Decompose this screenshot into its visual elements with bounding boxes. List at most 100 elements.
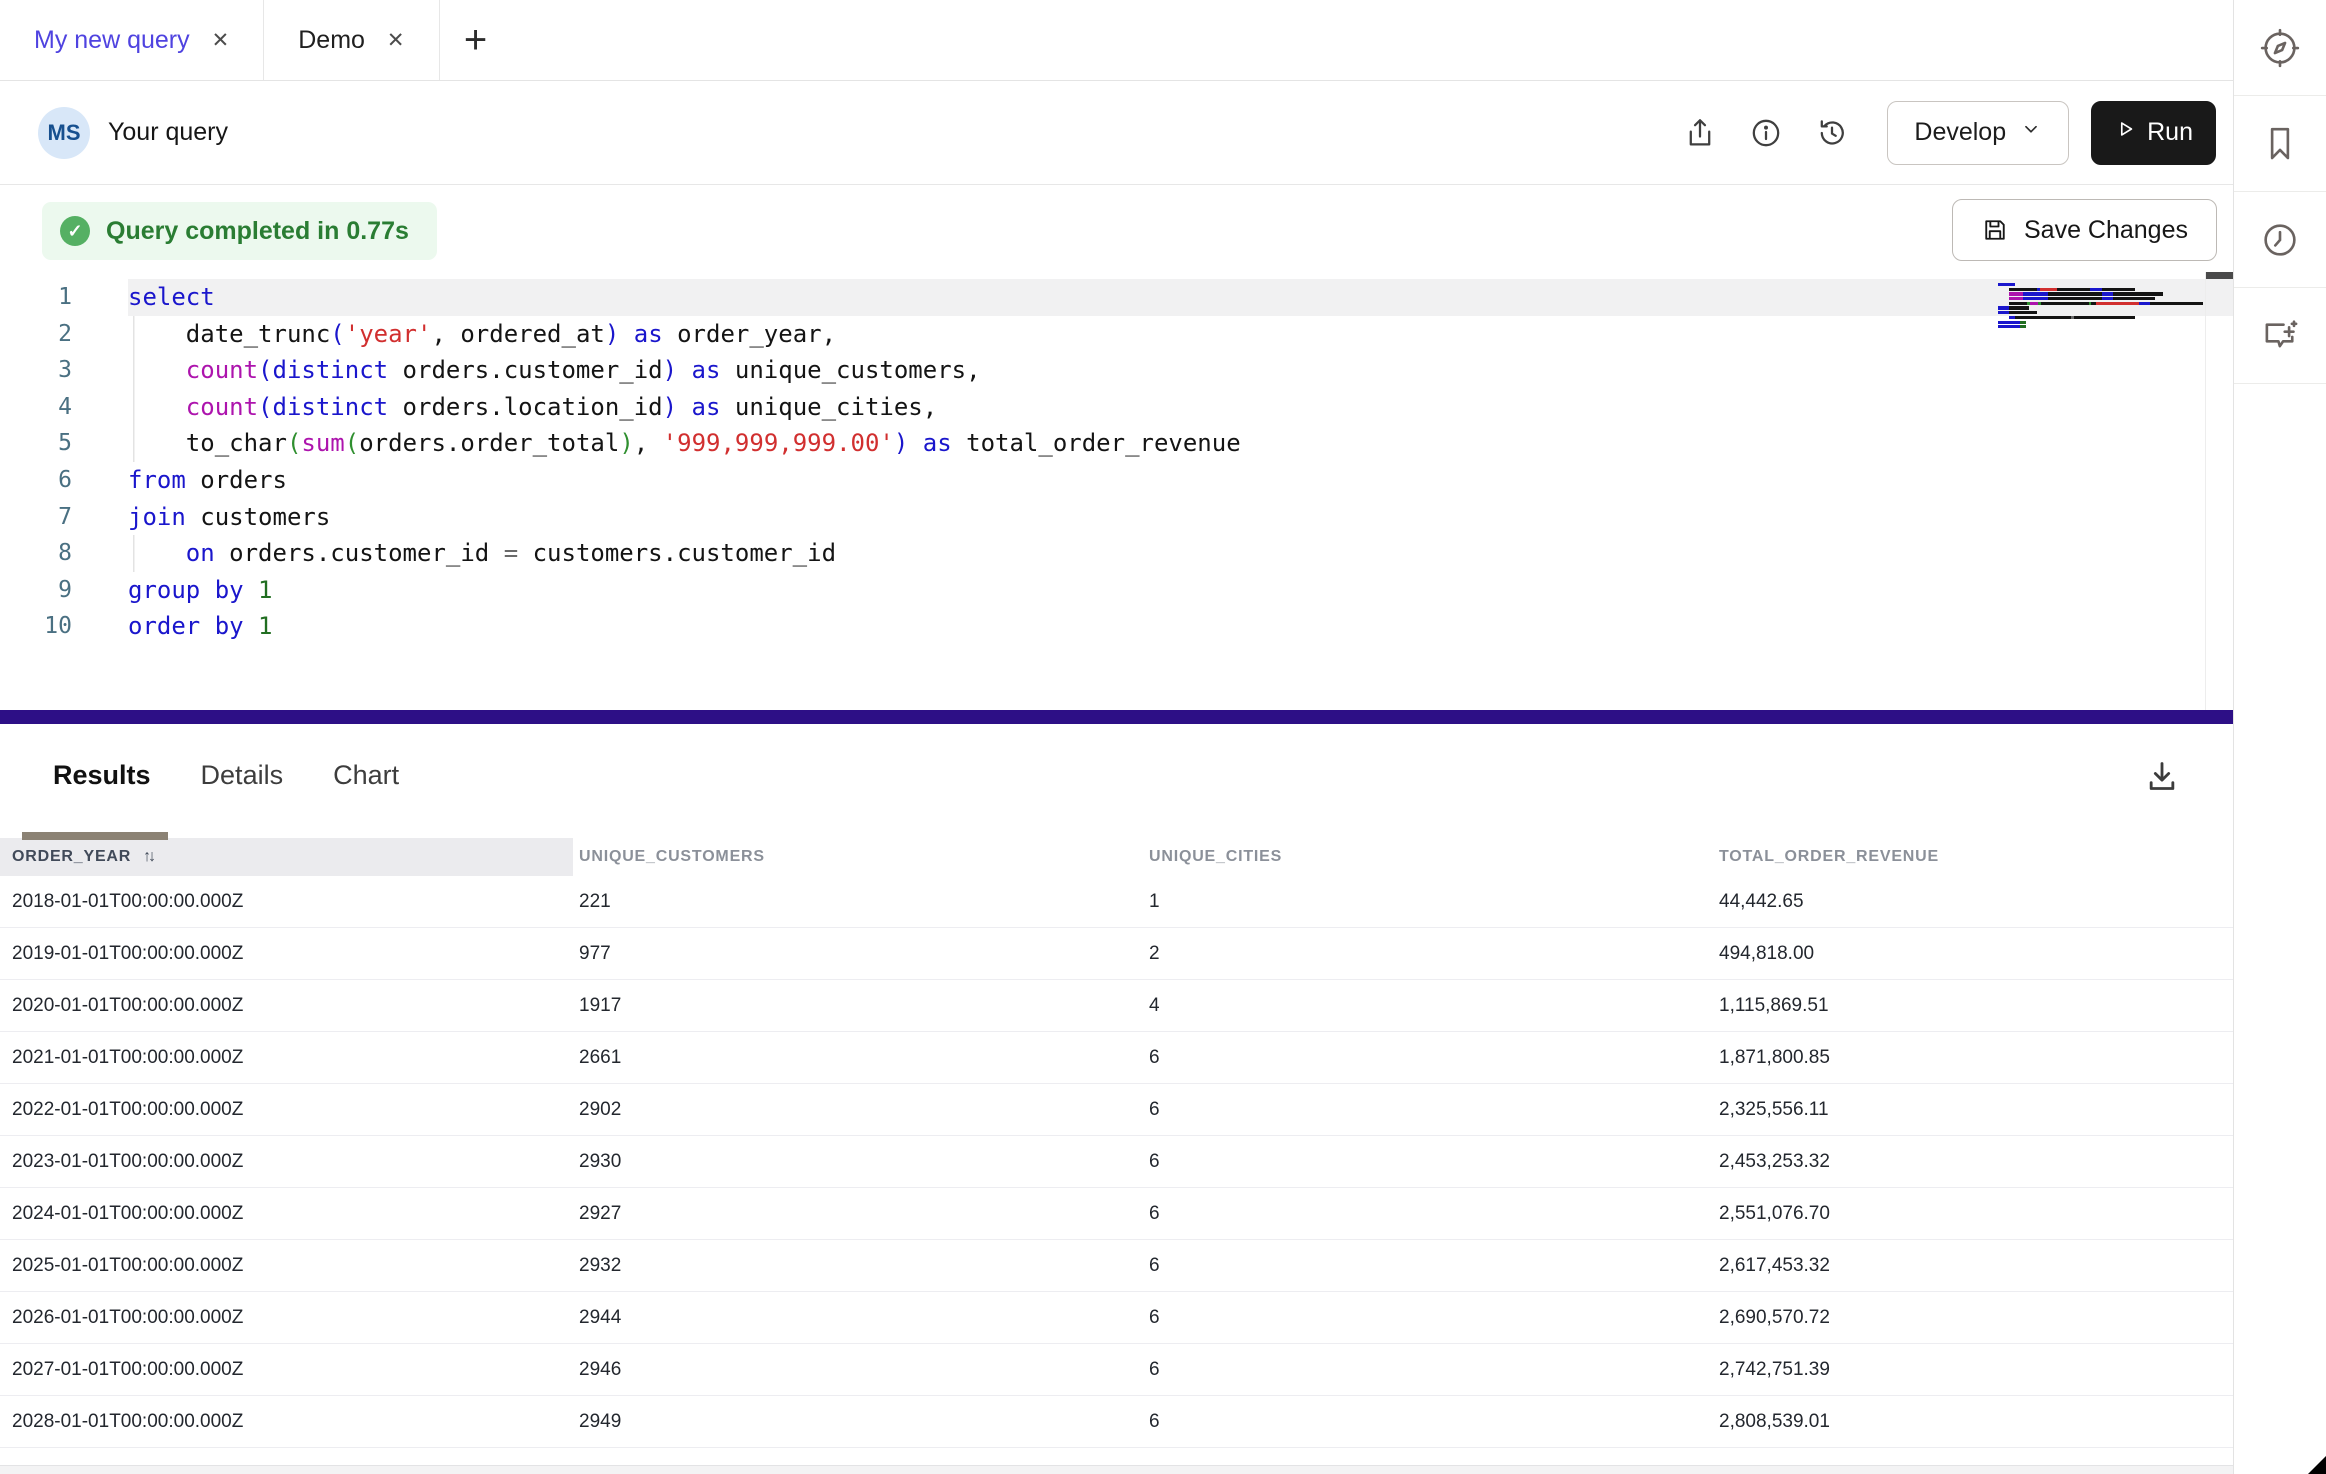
code-text: date_trunc('year', ordered_at) as order_… bbox=[128, 316, 2233, 353]
table-cell: 2021-01-01T00:00:00.000Z bbox=[0, 1047, 573, 1069]
table-row[interactable]: 2023-01-01T00:00:00.000Z293062,453,253.3… bbox=[0, 1136, 2233, 1188]
code-line[interactable]: 7 join customers bbox=[0, 499, 2233, 536]
table-cell: 6 bbox=[1143, 1203, 1713, 1225]
code-text: group by 1 bbox=[128, 572, 2233, 609]
minimap-line bbox=[1998, 283, 2203, 286]
table-cell: 6 bbox=[1143, 1047, 1713, 1069]
run-button[interactable]: Run bbox=[2091, 101, 2216, 165]
table-cell: 1,871,800.85 bbox=[1713, 1047, 2233, 1069]
table-row[interactable]: 2022-01-01T00:00:00.000Z290262,325,556.1… bbox=[0, 1084, 2233, 1136]
chat-sparkles-icon bbox=[2259, 315, 2301, 357]
table-cell: 6 bbox=[1143, 1255, 1713, 1277]
code-text: select bbox=[128, 279, 2233, 316]
column-header-label: TOTAL_ORDER_REVENUE bbox=[1719, 848, 1939, 866]
code-line[interactable]: 5 to_char(sum(orders.order_total), '999,… bbox=[0, 425, 2233, 462]
save-icon bbox=[1981, 216, 2009, 244]
minimap-line bbox=[1998, 297, 2203, 300]
code-line[interactable]: 2 date_trunc('year', ordered_at) as orde… bbox=[0, 316, 2233, 353]
table-cell: 2018-01-01T00:00:00.000Z bbox=[0, 891, 573, 913]
version-history-icon[interactable] bbox=[1799, 103, 1865, 163]
column-header-label: UNIQUE_CITIES bbox=[1149, 848, 1282, 866]
develop-label: Develop bbox=[1914, 118, 2006, 147]
close-icon[interactable]: ✕ bbox=[212, 28, 230, 53]
save-changes-button[interactable]: Save Changes bbox=[1952, 199, 2217, 261]
sidebar-item-bookmarks[interactable] bbox=[2234, 96, 2326, 192]
table-cell: 1,115,869.51 bbox=[1713, 995, 2233, 1017]
table-cell: 2022-01-01T00:00:00.000Z bbox=[0, 1099, 573, 1121]
table-cell: 2,808,539.01 bbox=[1713, 1411, 2233, 1433]
tab-chart[interactable]: Chart bbox=[333, 760, 399, 791]
download-icon[interactable] bbox=[2129, 746, 2195, 806]
code-line[interactable]: 8 on orders.customer_id = customers.cust… bbox=[0, 535, 2233, 572]
table-row[interactable]: 2019-01-01T00:00:00.000Z9772494,818.00 bbox=[0, 928, 2233, 980]
pane-splitter[interactable] bbox=[0, 710, 2233, 724]
table-row[interactable]: 2028-01-01T00:00:00.000Z294962,808,539.0… bbox=[0, 1396, 2233, 1448]
editor-scrollbar-thumb[interactable] bbox=[2206, 272, 2233, 279]
column-header-unique_cities[interactable]: UNIQUE_CITIES bbox=[1143, 838, 1713, 876]
table-cell: 2949 bbox=[573, 1411, 1143, 1433]
bookmark-icon bbox=[2259, 123, 2301, 165]
query-status-text: Query completed in 0.77s bbox=[106, 217, 409, 246]
column-header-total_order_revenue[interactable]: TOTAL_ORDER_REVENUE bbox=[1713, 838, 2233, 876]
table-row[interactable]: 2026-01-01T00:00:00.000Z294462,690,570.7… bbox=[0, 1292, 2233, 1344]
new-tab-button[interactable]: + bbox=[440, 0, 512, 80]
sql-editor[interactable]: 1select2 date_trunc('year', ordered_at) … bbox=[0, 275, 2233, 710]
code-line[interactable]: 1select bbox=[0, 279, 2233, 316]
right-sidebar bbox=[2233, 0, 2326, 1474]
code-line[interactable]: 10order by 1 bbox=[0, 608, 2233, 645]
sort-icon[interactable]: ↑↓ bbox=[143, 848, 153, 866]
avatar: MS bbox=[38, 107, 90, 159]
table-cell: 977 bbox=[573, 943, 1143, 965]
minimap-line bbox=[1998, 321, 2203, 324]
table-row[interactable]: 2018-01-01T00:00:00.000Z221144,442.65 bbox=[0, 876, 2233, 928]
tab-label: Demo bbox=[298, 26, 365, 55]
line-number: 3 bbox=[0, 352, 72, 389]
develop-button[interactable]: Develop bbox=[1887, 101, 2069, 165]
code-text: join customers bbox=[128, 499, 2233, 536]
query-status-badge: ✓ Query completed in 0.77s bbox=[42, 202, 437, 260]
tab-results[interactable]: Results bbox=[53, 760, 151, 791]
code-text: from orders bbox=[128, 462, 2233, 499]
code-line[interactable]: 6from orders bbox=[0, 462, 2233, 499]
code-line[interactable]: 3 count(distinct orders.customer_id) as … bbox=[0, 352, 2233, 389]
table-cell: 2019-01-01T00:00:00.000Z bbox=[0, 943, 573, 965]
table-horizontal-scrollbar[interactable] bbox=[0, 1465, 2233, 1474]
code-line[interactable]: 4 count(distinct orders.location_id) as … bbox=[0, 389, 2233, 426]
minimap-line bbox=[1998, 306, 2203, 309]
line-number: 7 bbox=[0, 499, 72, 536]
active-tab-underline bbox=[22, 832, 168, 840]
table-cell: 2927 bbox=[573, 1203, 1143, 1225]
table-row[interactable]: 2025-01-01T00:00:00.000Z293262,617,453.3… bbox=[0, 1240, 2233, 1292]
table-row[interactable]: 2027-01-01T00:00:00.000Z294662,742,751.3… bbox=[0, 1344, 2233, 1396]
status-row: ✓ Query completed in 0.77s Save Changes bbox=[0, 186, 2233, 275]
document-tab[interactable]: My new query ✕ bbox=[0, 0, 264, 80]
column-header-order_year[interactable]: ORDER_YEAR↑↓ bbox=[0, 838, 573, 876]
code-line[interactable]: 9group by 1 bbox=[0, 572, 2233, 609]
tab-details[interactable]: Details bbox=[201, 760, 284, 791]
table-cell: 2027-01-01T00:00:00.000Z bbox=[0, 1359, 573, 1381]
line-number: 10 bbox=[0, 608, 72, 645]
resize-grip[interactable] bbox=[2308, 1456, 2326, 1474]
share-icon[interactable] bbox=[1667, 103, 1733, 163]
code-text: on orders.customer_id = customers.custom… bbox=[128, 535, 2233, 572]
close-icon[interactable]: ✕ bbox=[387, 28, 405, 53]
sidebar-item-history[interactable] bbox=[2234, 192, 2326, 288]
minimap-line bbox=[1998, 325, 2203, 328]
table-cell: 6 bbox=[1143, 1099, 1713, 1121]
code-lines: 1select2 date_trunc('year', ordered_at) … bbox=[0, 279, 2233, 645]
table-row[interactable]: 2024-01-01T00:00:00.000Z292762,551,076.7… bbox=[0, 1188, 2233, 1240]
table-cell: 2028-01-01T00:00:00.000Z bbox=[0, 1411, 573, 1433]
document-tab[interactable]: Demo ✕ bbox=[264, 0, 439, 80]
info-icon[interactable] bbox=[1733, 103, 1799, 163]
table-cell: 1 bbox=[1143, 891, 1713, 913]
sidebar-item-explore[interactable] bbox=[2234, 0, 2326, 96]
results-tabs: Results Details Chart bbox=[0, 724, 2233, 791]
table-row[interactable]: 2021-01-01T00:00:00.000Z266161,871,800.8… bbox=[0, 1032, 2233, 1084]
code-minimap[interactable] bbox=[1998, 283, 2203, 330]
column-header-unique_customers[interactable]: UNIQUE_CUSTOMERS bbox=[573, 838, 1143, 876]
table-cell: 2944 bbox=[573, 1307, 1143, 1329]
table-cell: 2023-01-01T00:00:00.000Z bbox=[0, 1151, 573, 1173]
table-row[interactable]: 2020-01-01T00:00:00.000Z191741,115,869.5… bbox=[0, 980, 2233, 1032]
sidebar-item-ai-chat[interactable] bbox=[2234, 288, 2326, 384]
tab-label: My new query bbox=[34, 26, 190, 55]
